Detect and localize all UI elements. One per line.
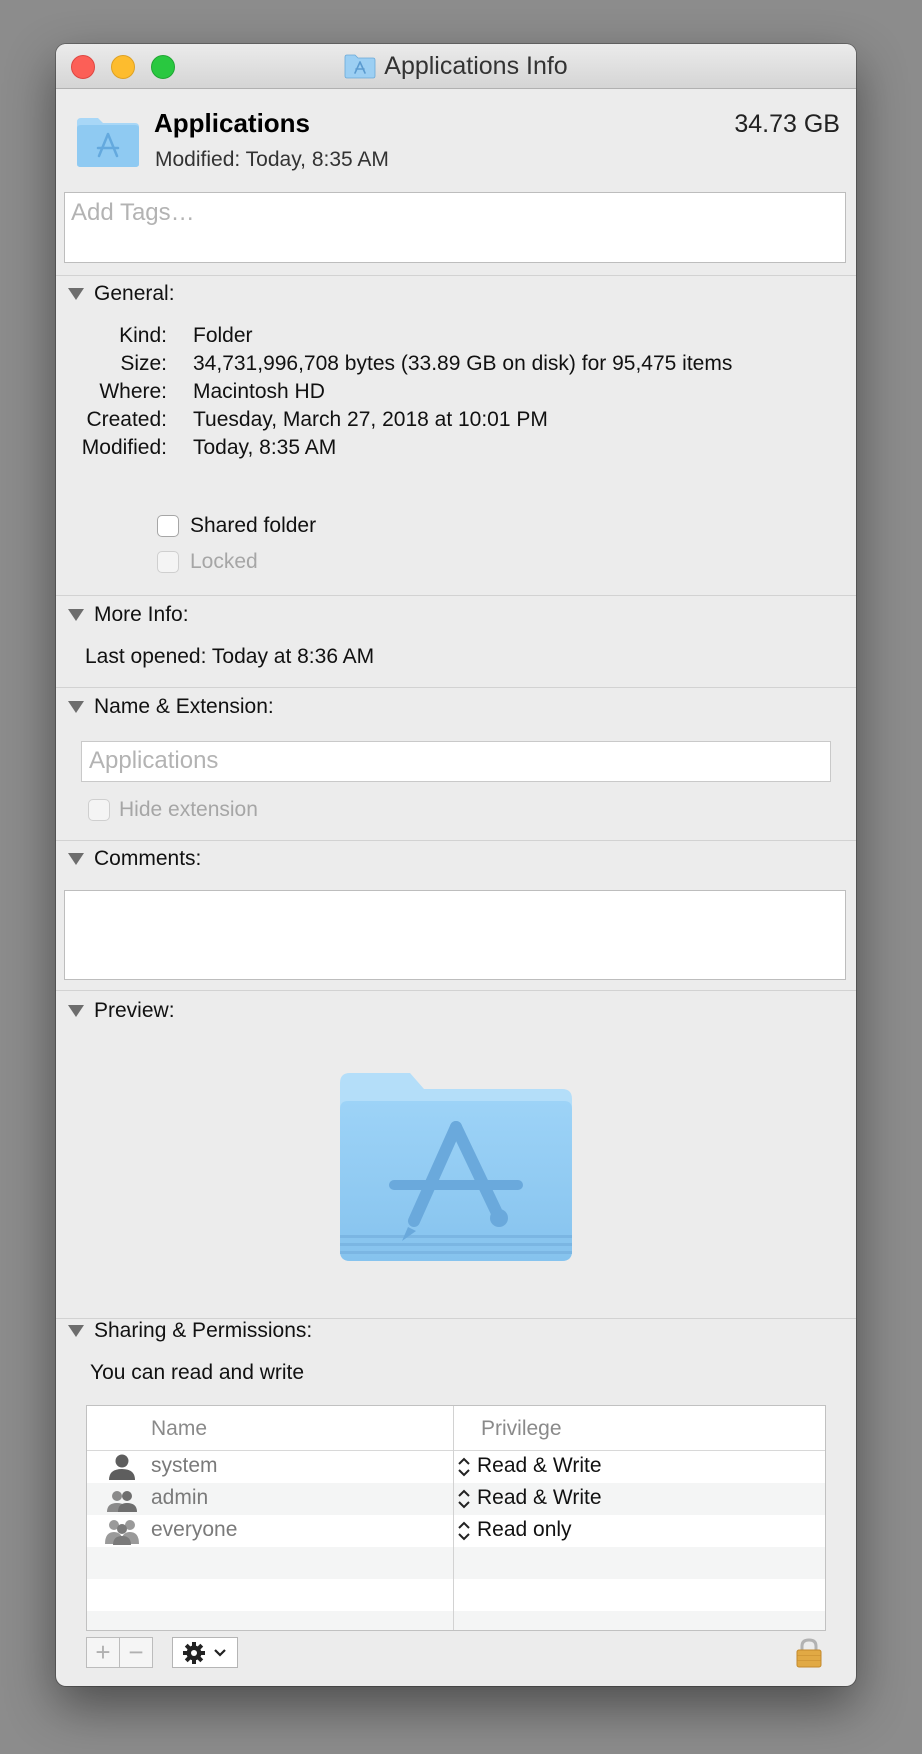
tags-field[interactable]	[64, 192, 846, 263]
more-info-section-header[interactable]: More Info:	[68, 603, 189, 627]
privilege-value[interactable]: Read only	[477, 1518, 572, 1542]
preview-heading: Preview:	[94, 999, 175, 1022]
privilege-value[interactable]: Read & Write	[477, 1454, 602, 1478]
disclosure-triangle-icon[interactable]	[68, 609, 84, 621]
table-row[interactable]: system Read & Write	[87, 1451, 825, 1483]
shared-folder-option[interactable]: Shared folder	[157, 514, 316, 538]
shared-folder-label: Shared folder	[190, 514, 317, 537]
hide-extension-label: Hide extension	[119, 798, 258, 821]
sharing-heading: Sharing & Permissions:	[94, 1319, 313, 1342]
divider	[56, 990, 856, 991]
size-value: 34,731,996,708 bytes (33.89 GB on disk) …	[193, 352, 733, 375]
window-title: Applications Info	[384, 51, 568, 80]
kind-label: Kind:	[119, 324, 167, 347]
disclosure-triangle-icon[interactable]	[68, 1325, 84, 1337]
locked-checkbox	[157, 551, 179, 573]
created-row: Created: Tuesday, March 27, 2018 at 10:0…	[56, 408, 756, 436]
applications-folder-icon	[77, 118, 139, 167]
created-value: Tuesday, March 27, 2018 at 10:01 PM	[193, 408, 548, 431]
kind-row: Kind: Folder	[56, 324, 756, 352]
empty-row	[87, 1611, 825, 1630]
up-down-stepper-icon[interactable]	[456, 1488, 472, 1510]
modified-row: Modified: Today, 8:35 AM	[56, 436, 756, 464]
disclosure-triangle-icon[interactable]	[68, 853, 84, 865]
privilege-value[interactable]: Read & Write	[477, 1486, 602, 1510]
hide-extension-option: Hide extension	[88, 798, 258, 822]
name-extension-heading: Name & Extension:	[94, 695, 274, 718]
size-row: Size: 34,731,996,708 bytes (33.89 GB on …	[56, 352, 756, 380]
created-label: Created:	[86, 408, 167, 431]
modified-value: Today, 8:35 AM	[193, 436, 337, 459]
locked-option: Locked	[157, 550, 258, 574]
divider	[56, 275, 856, 276]
size-label: Size:	[120, 352, 167, 375]
hide-extension-checkbox	[88, 799, 110, 821]
where-value: Macintosh HD	[193, 380, 325, 403]
divider	[56, 840, 856, 841]
permission-summary: You can read and write	[90, 1361, 305, 1384]
gear-icon	[183, 1641, 205, 1664]
divider	[56, 595, 856, 596]
preview-section-header[interactable]: Preview:	[68, 999, 175, 1023]
name-extension-section-header[interactable]: Name & Extension:	[68, 695, 274, 719]
action-menu-button[interactable]	[172, 1637, 238, 1668]
last-opened-label: Last opened:	[85, 645, 207, 668]
lock-icon[interactable]	[794, 1637, 824, 1669]
shared-folder-checkbox[interactable]	[157, 515, 179, 537]
privilege-column-header[interactable]: Privilege	[481, 1417, 562, 1441]
item-name: Applications	[154, 108, 311, 138]
folder-icon	[344, 54, 376, 79]
comments-input[interactable]	[65, 891, 845, 979]
column-divider[interactable]	[453, 1406, 454, 1630]
info-window: Applications Info Applications Modified:…	[56, 44, 856, 1686]
empty-row	[87, 1579, 825, 1611]
last-opened-row: Last opened: Today at 8:36 AM	[85, 645, 374, 669]
name-column-header[interactable]: Name	[151, 1417, 207, 1441]
name-input[interactable]	[82, 742, 830, 780]
group-icon	[107, 1491, 137, 1512]
disclosure-triangle-icon[interactable]	[68, 1005, 84, 1017]
empty-row	[87, 1547, 825, 1579]
everyone-icon	[105, 1520, 139, 1545]
general-heading: General:	[94, 282, 175, 305]
kind-value: Folder	[193, 324, 253, 347]
where-row: Where: Macintosh HD	[56, 380, 756, 408]
table-row[interactable]: admin Read & Write	[87, 1483, 825, 1515]
title-bar[interactable]: Applications Info	[56, 44, 856, 89]
comments-heading: Comments:	[94, 847, 202, 870]
tags-input[interactable]	[65, 193, 845, 233]
table-header: Name Privilege	[87, 1406, 825, 1451]
where-label: Where:	[99, 380, 167, 403]
item-size: 34.73 GB	[734, 110, 840, 138]
single-user-icon	[109, 1454, 135, 1480]
divider	[56, 687, 856, 688]
table-row[interactable]: everyone Read only	[87, 1515, 825, 1547]
disclosure-triangle-icon[interactable]	[68, 701, 84, 713]
last-opened-value: Today at 8:36 AM	[211, 645, 375, 668]
disclosure-triangle-icon[interactable]	[68, 288, 84, 300]
applications-folder-icon	[340, 1073, 572, 1261]
remove-user-button[interactable]: −	[119, 1637, 153, 1668]
chevron-down-icon	[214, 1648, 226, 1657]
general-section-header[interactable]: General:	[68, 282, 175, 306]
user-name: admin	[151, 1486, 209, 1509]
locked-label: Locked	[190, 550, 258, 573]
up-down-stepper-icon[interactable]	[456, 1520, 472, 1542]
add-user-button[interactable]: +	[86, 1637, 120, 1668]
more-info-heading: More Info:	[94, 603, 189, 626]
modified-label: Modified:	[81, 436, 167, 459]
comments-field[interactable]	[64, 890, 846, 980]
user-name: system	[151, 1454, 218, 1477]
sharing-section-header[interactable]: Sharing & Permissions:	[68, 1319, 312, 1343]
up-down-stepper-icon[interactable]	[456, 1456, 472, 1478]
name-field[interactable]	[81, 741, 831, 782]
comments-section-header[interactable]: Comments:	[68, 847, 201, 871]
permissions-table: Name Privilege system Read & Write admin	[86, 1405, 826, 1631]
user-name: everyone	[151, 1518, 238, 1541]
item-modified: Modified: Today, 8:35 AM	[155, 148, 389, 171]
